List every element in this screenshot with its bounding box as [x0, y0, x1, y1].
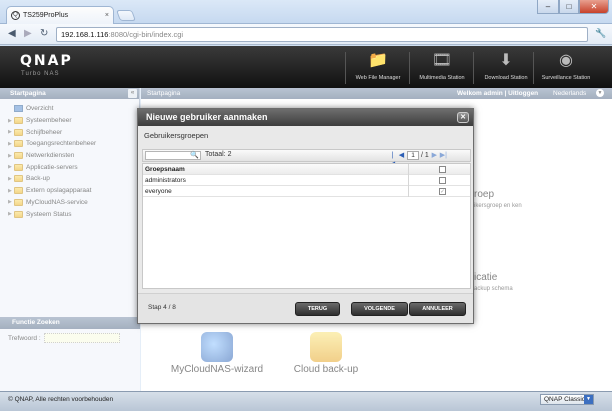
prev-page-icon[interactable]: ◀: [398, 151, 405, 160]
multimedia-station-button[interactable]: 🎞 Multimedia Station: [410, 49, 474, 87]
cancel-button[interactable]: ANNULEER: [409, 302, 466, 316]
first-page-icon[interactable]: |◀: [389, 151, 396, 168]
download-icon: ⬇: [499, 52, 513, 69]
dialog-close-icon[interactable]: ✕: [457, 112, 469, 123]
pager: |◀ ◀ 1 / 1 ▶ ▶|: [389, 151, 447, 168]
web-file-manager-button[interactable]: 📁 Web File Manager: [346, 49, 410, 87]
total-count: Totaal: 2: [205, 151, 232, 158]
browser-tab[interactable]: Q TS259ProPlus ×: [6, 6, 114, 24]
url-host: 192.168.1.116: [61, 30, 109, 39]
next-page-icon[interactable]: ▶: [431, 151, 438, 160]
window-maximize-button[interactable]: □: [559, 0, 579, 14]
group-name: everyone: [145, 188, 172, 195]
create-user-dialog: Nieuwe gebruiker aanmaken ✕ Gebruikersgr…: [137, 108, 474, 324]
group-search-input[interactable]: 🔍: [145, 151, 201, 160]
app-footer: © QNAP, Alle rechten voorbehouden QNAP C…: [0, 391, 612, 411]
dialog-title: Nieuwe gebruiker aanmaken: [146, 112, 268, 122]
tab-close-icon[interactable]: ×: [105, 12, 109, 19]
step-indicator: Stap 4 / 8: [148, 304, 176, 311]
back-arrow-icon[interactable]: ◀: [8, 28, 16, 39]
groups-table: Groepsnaam administrators everyone ✓: [142, 163, 471, 289]
table-row[interactable]: everyone ✓: [143, 186, 470, 197]
forward-arrow-icon[interactable]: ▶: [24, 28, 32, 39]
last-page-icon[interactable]: ▶|: [440, 151, 447, 160]
wrench-menu-icon[interactable]: 🔧: [595, 28, 606, 39]
user-groups-label: Gebruikersgroepen: [144, 131, 209, 140]
dialog-title-bar: Nieuwe gebruiker aanmaken ✕: [138, 109, 473, 126]
browser-toolbar: ◀ ▶ ↻ 192.168.1.116:8080/cgi-bin/index.c…: [0, 24, 612, 45]
download-station-button[interactable]: ⬇ Download Station: [474, 49, 538, 87]
new-tab-button[interactable]: [115, 10, 137, 21]
film-icon: 🎞: [431, 52, 453, 69]
folder-globe-icon: 📁: [368, 52, 388, 69]
page-number-input[interactable]: 1: [407, 151, 419, 160]
copyright-text: © QNAP, Alle rechten voorbehouden: [8, 396, 114, 403]
qnap-favicon-icon: Q: [11, 11, 20, 20]
surveillance-station-button[interactable]: ◉ Surveillance Station: [534, 49, 598, 87]
page-total: / 1: [421, 152, 429, 159]
app-header: QNAP Turbo NAS 📁 Web File Manager 🎞 Mult…: [0, 46, 612, 88]
column-header-group-name[interactable]: Groepsnaam: [145, 166, 185, 173]
chevron-down-icon[interactable]: ▼: [584, 395, 593, 404]
address-bar[interactable]: 192.168.1.116:8080/cgi-bin/index.cgi: [56, 27, 588, 42]
url-rest: :8080/cgi-bin/index.cgi: [108, 30, 184, 39]
reload-icon[interactable]: ↻: [40, 28, 48, 39]
search-icon[interactable]: 🔍: [190, 151, 199, 159]
mode-select[interactable]: QNAP Classic ▼: [540, 394, 594, 405]
select-all-checkbox[interactable]: [439, 166, 446, 173]
group-name: administrators: [145, 177, 186, 184]
logo-subtitle: Turbo NAS: [21, 71, 60, 77]
back-button[interactable]: TERUG: [295, 302, 340, 316]
browser-tabstrip: Q TS259ProPlus × – □ ✕: [0, 0, 612, 24]
next-button[interactable]: VOLGENDE: [351, 302, 408, 316]
group-checkbox[interactable]: ✓: [439, 188, 446, 195]
group-checkbox[interactable]: [439, 177, 446, 184]
qnap-logo: QNAP: [20, 53, 73, 69]
table-row[interactable]: administrators: [143, 175, 470, 186]
camera-icon: ◉: [559, 52, 573, 69]
window-minimize-button[interactable]: –: [537, 0, 559, 14]
grid-toolbar: 🔍 Totaal: 2 |◀ ◀ 1 / 1 ▶ ▶|: [142, 149, 471, 168]
window-close-button[interactable]: ✕: [579, 0, 609, 14]
dialog-footer: Stap 4 / 8 TERUG VOLGENDE ANNULEER: [138, 293, 473, 323]
tab-title: TS259ProPlus: [23, 12, 69, 19]
table-header-row: Groepsnaam: [143, 164, 470, 175]
